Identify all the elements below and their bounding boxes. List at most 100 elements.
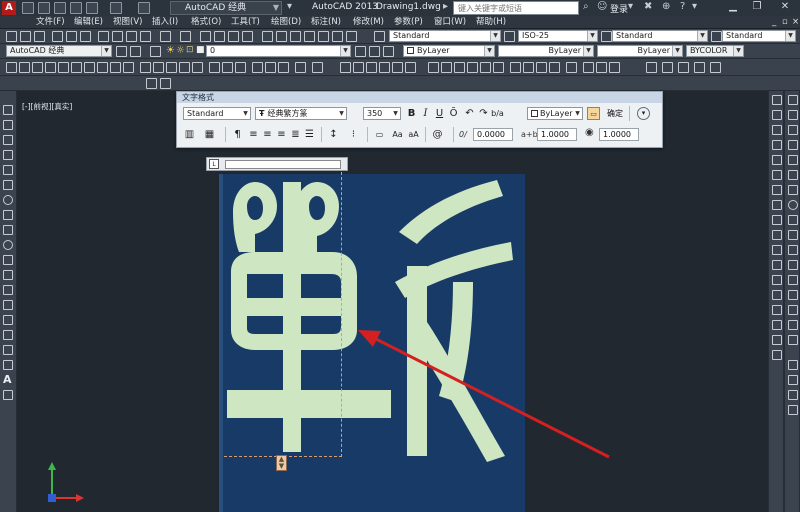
hatch-icon[interactable] <box>3 315 13 325</box>
insert-block-icon[interactable] <box>3 270 13 280</box>
properties-icon[interactable] <box>262 31 273 42</box>
spline-icon[interactable] <box>3 225 13 235</box>
gradient-icon[interactable] <box>3 330 13 340</box>
ne-iso-icon[interactable] <box>536 62 547 73</box>
plot-preview-icon[interactable] <box>66 31 77 42</box>
polyline-icon[interactable] <box>3 135 13 145</box>
3d-rotate-icon[interactable] <box>265 62 276 73</box>
layer-color-swatch-icon[interactable]: ■ <box>196 45 205 55</box>
bold-button[interactable]: B <box>405 107 418 120</box>
snap-center-icon[interactable] <box>788 200 798 210</box>
make-current-layer-icon[interactable] <box>355 46 366 57</box>
conceptual-icon[interactable] <box>392 62 403 73</box>
menu-view[interactable]: 视图(V) <box>113 16 142 29</box>
oblique-angle-input[interactable]: 0.0000 <box>473 128 513 141</box>
text-style-icon[interactable] <box>374 31 385 42</box>
ellipse-icon[interactable] <box>3 240 13 250</box>
snap-parallel-icon[interactable] <box>788 260 798 270</box>
presspull-icon[interactable] <box>153 62 164 73</box>
break-icon[interactable] <box>772 275 782 285</box>
free-orbit-icon[interactable] <box>596 62 607 73</box>
linetype-control-select[interactable]: ByLayer ▼ <box>498 45 594 57</box>
close-icon[interactable]: ✕ <box>776 0 794 14</box>
tracking-input[interactable]: 1.0000 <box>537 128 577 141</box>
chamfer-icon[interactable] <box>772 305 782 315</box>
paste-icon[interactable] <box>126 31 137 42</box>
subtract-icon[interactable] <box>222 62 233 73</box>
hidden-icon[interactable] <box>366 62 377 73</box>
font-dropdown[interactable]: Ŧ 经典繁方篆 ▼ <box>255 107 347 120</box>
stack-icon[interactable]: b/a <box>491 107 504 120</box>
top-view-icon[interactable] <box>428 62 439 73</box>
distribute-icon[interactable]: ☰ <box>303 128 316 141</box>
symbol-icon[interactable]: @ <box>431 128 444 141</box>
save-as-icon[interactable] <box>70 2 82 14</box>
make-block-icon[interactable] <box>3 285 13 295</box>
copy-icon[interactable] <box>112 31 123 42</box>
point-icon[interactable] <box>3 300 13 310</box>
sun-properties-icon[interactable] <box>694 62 705 73</box>
quickcalc-icon[interactable] <box>332 31 343 42</box>
menu-restore-icon[interactable]: ▫ <box>782 16 788 29</box>
insert-field-icon[interactable]: ▭ <box>373 128 386 141</box>
dimension-arc-icon[interactable] <box>788 390 798 400</box>
render-environment-icon[interactable] <box>710 62 721 73</box>
snap-none-icon[interactable] <box>788 320 798 330</box>
blend-icon[interactable] <box>772 335 782 345</box>
rotate-icon[interactable] <box>772 185 782 195</box>
revision-cloud-icon[interactable] <box>3 210 13 220</box>
align-center-icon[interactable]: ≡ <box>261 128 274 141</box>
table-icon[interactable] <box>3 360 13 370</box>
break-at-point-icon[interactable] <box>772 260 782 270</box>
menu-parametric[interactable]: 参数(P) <box>394 16 423 29</box>
snap-tangent-icon[interactable] <box>788 230 798 240</box>
dimension-ordinate-icon[interactable] <box>788 405 798 415</box>
redo-text-icon[interactable]: ↷ <box>477 107 490 120</box>
minimize-icon[interactable]: ▁ <box>724 0 742 14</box>
circle-icon[interactable] <box>3 195 13 205</box>
layer-unlock-icon[interactable]: ⊡ <box>186 45 194 55</box>
lineweight-control-select[interactable]: ByLayer ▼ <box>597 45 683 57</box>
redo-toolbar-icon[interactable] <box>180 31 191 42</box>
layer-state-icon[interactable] <box>383 46 394 57</box>
dimension-aligned-icon[interactable] <box>788 375 798 385</box>
publish-icon[interactable] <box>80 31 91 42</box>
se-iso-icon[interactable] <box>523 62 534 73</box>
continuous-orbit-icon[interactable] <box>609 62 620 73</box>
undo-text-icon[interactable]: ↶ <box>463 107 476 120</box>
torus-icon[interactable] <box>84 62 95 73</box>
align-right-icon[interactable]: ≡ <box>275 128 288 141</box>
snap-extension-icon[interactable] <box>788 185 798 195</box>
left-view-icon[interactable] <box>454 62 465 73</box>
italic-button[interactable]: I <box>419 107 432 120</box>
world-ucs-icon[interactable] <box>160 78 171 89</box>
osnap-settings-icon[interactable] <box>788 335 798 345</box>
help-toolbar-icon[interactable] <box>346 31 357 42</box>
pan-icon[interactable] <box>200 31 211 42</box>
revolve-icon[interactable] <box>179 62 190 73</box>
add-selected-icon[interactable] <box>3 390 13 400</box>
undo-icon[interactable] <box>110 2 122 14</box>
menu-modify[interactable]: 修改(M) <box>353 16 384 29</box>
3d-array-icon[interactable] <box>295 62 306 73</box>
region-icon[interactable] <box>3 345 13 355</box>
viewport-controls[interactable]: [-][前视][真实] <box>22 101 72 112</box>
snap-from-icon[interactable] <box>788 110 798 120</box>
text-height-input[interactable]: 350 ▼ <box>363 107 401 120</box>
exchange-icon[interactable]: ✖ <box>644 1 652 12</box>
help-network-icon[interactable]: ⊕ <box>662 1 670 12</box>
visual-styles-manager-icon[interactable] <box>405 62 416 73</box>
fillet-icon[interactable] <box>772 320 782 330</box>
extrude-icon[interactable] <box>140 62 151 73</box>
bottom-view-icon[interactable] <box>441 62 452 73</box>
copy-object-icon[interactable] <box>772 110 782 120</box>
tool-palettes-icon[interactable] <box>290 31 301 42</box>
login-dropdown-icon[interactable]: ▾ <box>628 1 633 12</box>
erase-icon[interactable] <box>772 95 782 105</box>
table-style-icon[interactable] <box>601 31 612 42</box>
menu-min-icon[interactable]: _ <box>772 16 776 29</box>
menu-dimension[interactable]: 标注(N) <box>311 16 341 29</box>
arc-icon[interactable] <box>3 180 13 190</box>
workspace-settings-toolbar-icon[interactable] <box>116 46 127 57</box>
render-icon[interactable] <box>646 62 657 73</box>
